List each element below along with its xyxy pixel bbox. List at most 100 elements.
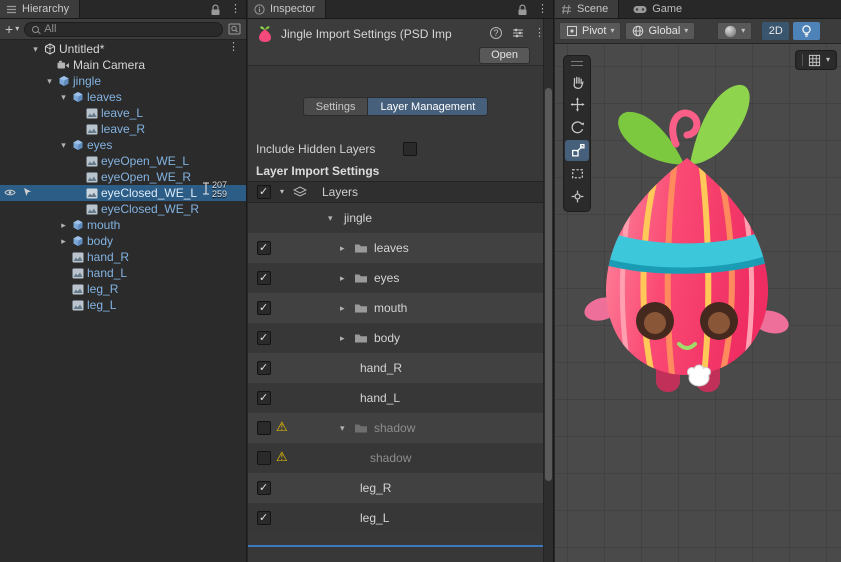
item-label: leg_L [87,298,116,312]
help-icon[interactable]: ? [490,27,502,39]
open-button[interactable]: Open [479,47,530,64]
hierarchy-item-leave_L[interactable]: leave_L [0,105,246,121]
hierarchy-item-leg_R[interactable]: leg_R [0,281,246,297]
hierarchy-item-main-camera[interactable]: Main Camera [0,57,246,73]
layer-checkbox[interactable] [257,511,271,525]
overlay-drag-handle[interactable] [571,61,583,66]
include-hidden-layers-checkbox[interactable] [403,142,417,156]
hierarchy-item-leg_L[interactable]: leg_L [0,297,246,313]
presets-icon[interactable] [512,27,524,39]
layer-checkbox[interactable] [257,331,271,345]
layer-row-jingle[interactable]: ▾ jingle [248,203,543,233]
inspector-tab[interactable]: Inspector [248,0,326,18]
hierarchy-item-hand_R[interactable]: hand_R [0,249,246,265]
prefab-icon [70,218,85,232]
visibility-eye-icon[interactable] [4,188,16,197]
hierarchy-item-mouth[interactable]: ▸ mouth [0,217,246,233]
foldout-collapsed-icon[interactable]: ▸ [340,303,345,314]
game-tab[interactable]: Game [627,0,692,18]
layer-row-eyes[interactable]: ▸ eyes [248,263,543,293]
pivot-dropdown[interactable]: Pivot ▾ [559,22,621,40]
foldout-expanded-icon[interactable]: ▾ [43,76,56,87]
scene-viewport[interactable]: ▾ [555,44,841,562]
foldout-expanded-icon[interactable]: ▾ [57,92,70,103]
rotate-tool[interactable] [565,117,589,138]
item-label: jingle [73,74,101,88]
layer-checkbox[interactable] [257,271,271,285]
tab-layer-management[interactable]: Layer Management [367,97,488,116]
layer-row-leg_L[interactable]: leg_L [248,503,543,533]
hierarchy-item-eyes[interactable]: ▾ eyes [0,137,246,153]
rect-tool[interactable] [565,163,589,184]
global-dropdown[interactable]: Global ▾ [625,22,695,40]
layer-checkbox[interactable] [257,391,271,405]
hierarchy-item-eyeOpen_WE_L[interactable]: eyeOpen_WE_L [0,153,246,169]
hierarchy-item-body[interactable]: ▸ body [0,233,246,249]
folder-icon [354,302,368,314]
scene-tab-label: Scene [577,3,608,15]
foldout-collapsed-icon[interactable]: ▸ [57,220,70,231]
layer-row-body[interactable]: ▸ body [248,323,543,353]
scene-toolbar: Pivot ▾ Global ▾ ▾ 2D [555,19,841,44]
layer-row-leaves[interactable]: ▸ leaves [248,233,543,263]
layer-checkbox[interactable] [257,361,271,375]
scene-tab[interactable]: Scene [555,0,619,18]
cursor-coordinate-y: 259 [212,190,227,199]
hierarchy-item-untitled[interactable]: ▾ Untitled* ⋮ [0,41,246,57]
hierarchy-item-leaves[interactable]: ▾ leaves [0,89,246,105]
move-tool[interactable] [565,94,589,115]
more-menu-icon[interactable]: ⋮ [230,4,241,15]
jingle-character-sprite[interactable] [570,72,805,407]
layer-checkbox[interactable] [257,421,271,435]
layer-checkbox[interactable] [257,241,271,255]
view-hand-tool[interactable] [565,71,589,92]
more-menu-icon[interactable]: ⋮ [228,42,239,53]
sprite-icon [84,170,99,184]
hierarchy-item-eyeClosed_WE_R[interactable]: eyeClosed_WE_R [0,201,246,217]
pickability-icon[interactable] [23,187,32,197]
lock-icon[interactable] [517,4,528,16]
layer-row-shadow-child[interactable]: ⚠ shadow [248,443,543,473]
search-filter-icon[interactable] [228,23,241,35]
search-input[interactable]: All [24,22,223,37]
select-all-checkbox[interactable] [257,185,271,199]
layer-checkbox[interactable] [257,451,271,465]
more-menu-icon[interactable]: ⋮ [537,4,548,15]
game-tab-label: Game [652,3,682,15]
foldout-collapsed-icon[interactable]: ▸ [57,236,70,247]
layer-row-leg_R[interactable]: leg_R [248,473,543,503]
foldout-collapsed-icon[interactable]: ▸ [340,333,345,344]
hierarchy-item-leave_R[interactable]: leave_R [0,121,246,137]
hierarchy-item-hand_L[interactable]: hand_L [0,265,246,281]
scene-lighting-toggle[interactable] [793,22,820,40]
scrollbar-thumb[interactable] [545,88,552,481]
layer-label: shadow [370,451,411,465]
preview-splitter[interactable] [248,545,543,547]
scale-tool[interactable] [565,140,589,161]
hierarchy-tree: ▾ Untitled* ⋮ Main Camera ▾ jingle ▾ lea… [0,41,246,313]
foldout-collapsed-icon[interactable]: ▸ [340,273,345,284]
layer-checkbox[interactable] [257,481,271,495]
foldout-expanded-icon[interactable]: ▾ [328,213,333,224]
create-button[interactable]: +▾ [5,22,19,36]
foldout-expanded-icon[interactable]: ▾ [29,44,42,55]
foldout-collapsed-icon[interactable]: ▸ [340,243,345,254]
foldout-expanded-icon[interactable]: ▾ [340,423,345,434]
layer-row-mouth[interactable]: ▸ mouth [248,293,543,323]
grid-visibility-overlay[interactable]: ▾ [795,50,837,70]
lock-icon[interactable] [210,4,221,16]
import-settings-body: Settings Layer Management Include Hidden… [248,66,543,562]
layer-row-shadow[interactable]: ⚠ ▾ shadow [248,413,543,443]
transform-tool[interactable] [565,186,589,207]
inspector-scrollbar[interactable] [543,19,553,562]
hierarchy-tab[interactable]: Hierarchy [0,0,80,18]
hierarchy-item-jingle[interactable]: ▾ jingle [0,73,246,89]
chevron-down-icon[interactable]: ▾ [276,188,288,196]
tab-settings[interactable]: Settings [303,97,368,116]
mode-2d-toggle[interactable]: 2D [762,22,789,40]
shading-mode-dropdown[interactable]: ▾ [717,22,752,40]
layer-row-hand_L[interactable]: hand_L [248,383,543,413]
foldout-expanded-icon[interactable]: ▾ [57,140,70,151]
layer-checkbox[interactable] [257,301,271,315]
layer-row-hand_R[interactable]: hand_R [248,353,543,383]
